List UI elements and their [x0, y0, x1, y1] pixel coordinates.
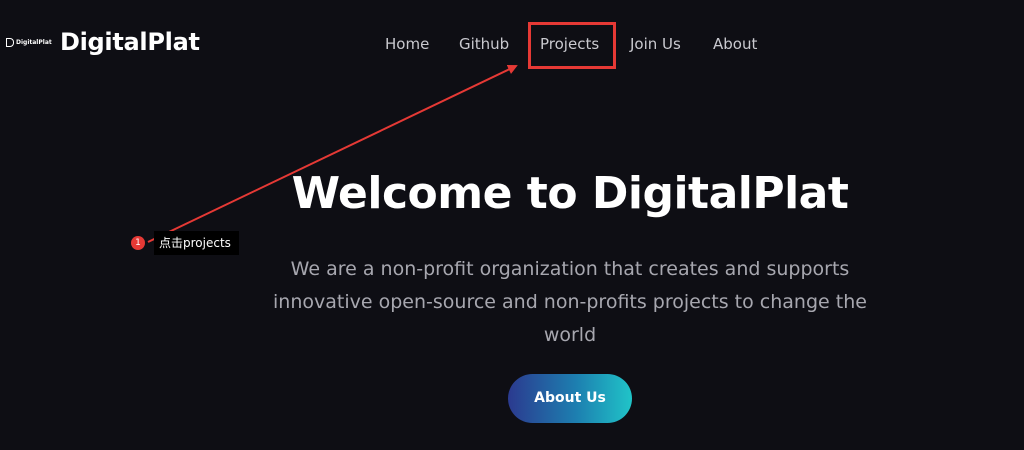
hero-title: Welcome to DigitalPlat [291, 168, 849, 219]
annotation-arrow [147, 64, 518, 243]
nav-github[interactable]: Github [459, 33, 509, 55]
logo-glyph-icon [6, 38, 14, 47]
about-us-button[interactable]: About Us [508, 374, 632, 423]
logo-small-text: DigitalPlat [16, 38, 52, 46]
hero-subtitle: We are a non-profit organization that cr… [273, 258, 867, 346]
page: DigitalPlat DigitalPlat Home Github Proj… [0, 0, 1024, 450]
nav-about[interactable]: About [713, 33, 757, 55]
projects-highlight-box [528, 22, 616, 69]
step-instruction: 点击projects [154, 231, 239, 255]
brand-name[interactable]: DigitalPlat [60, 28, 200, 56]
step-badge: 1 [131, 236, 145, 250]
nav-home[interactable]: Home [385, 33, 429, 55]
nav-join-us[interactable]: Join Us [630, 33, 681, 55]
site-logo[interactable]: DigitalPlat [6, 38, 52, 47]
